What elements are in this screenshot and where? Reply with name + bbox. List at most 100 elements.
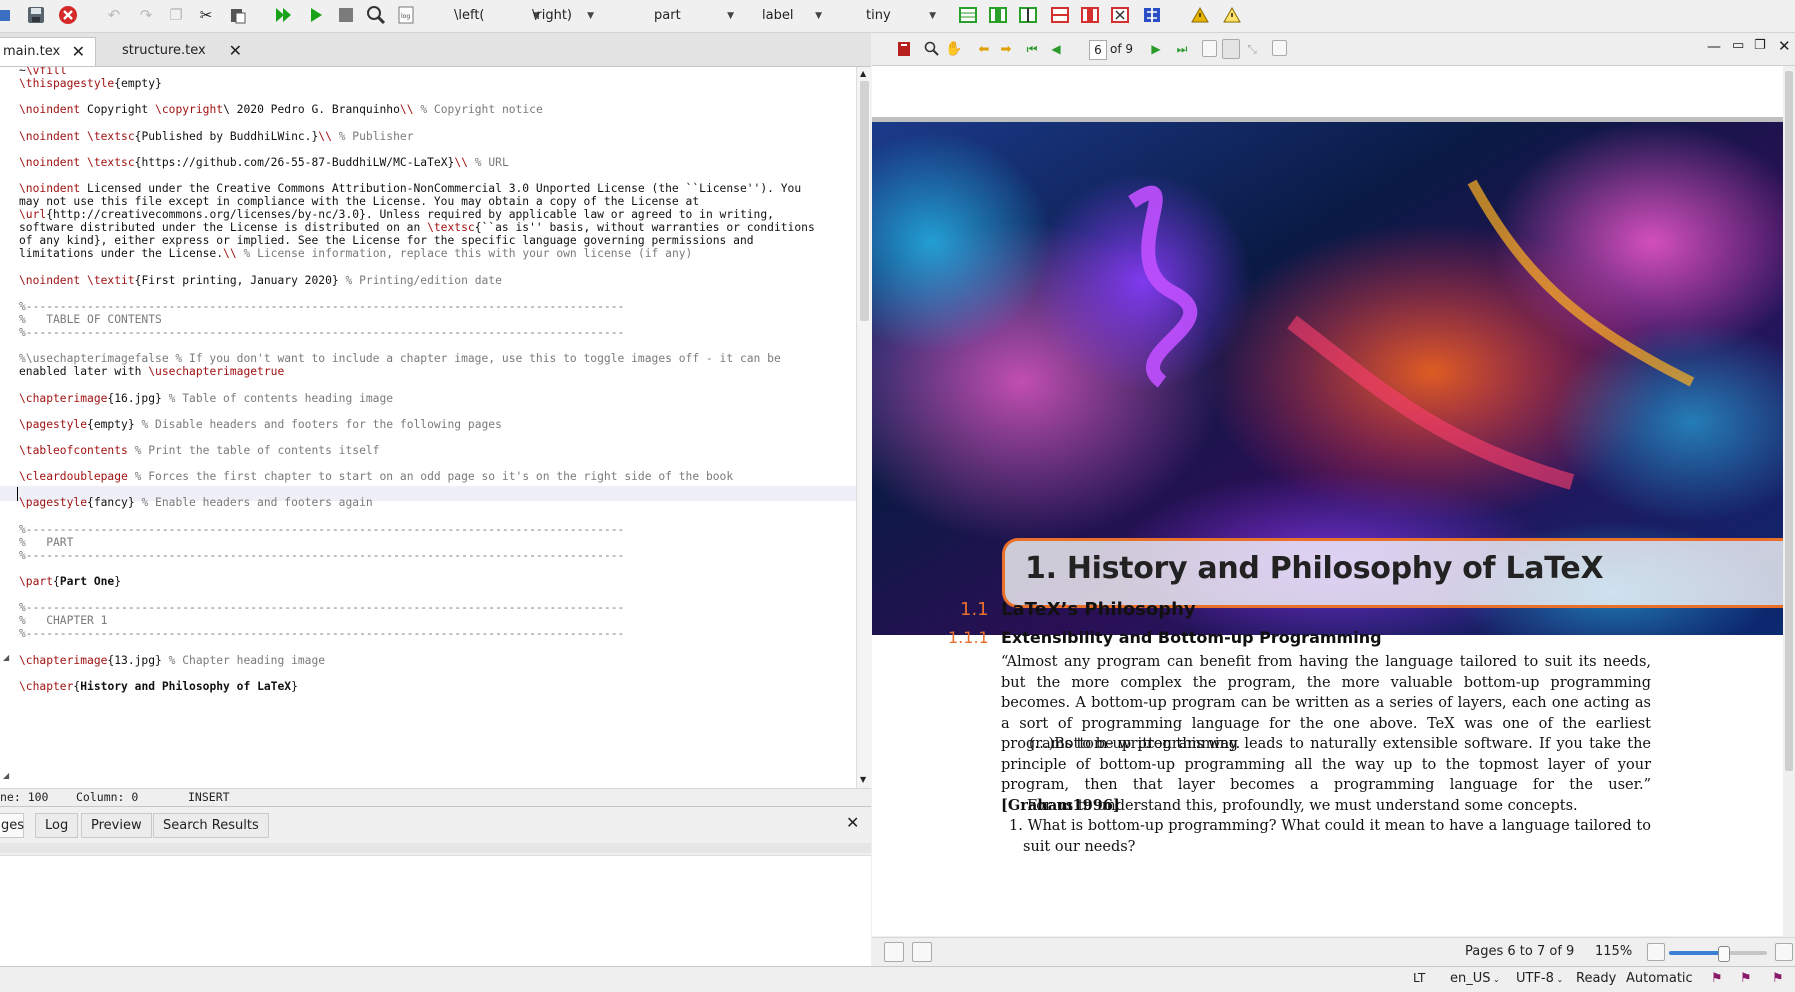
fold-marker-icon[interactable]: ◢ xyxy=(3,653,9,662)
sync-icon[interactable] xyxy=(894,39,914,59)
insert-column-icon[interactable] xyxy=(1018,5,1038,25)
zoom-level[interactable]: 115% xyxy=(1595,944,1632,959)
code-line[interactable]: \noindent \textsc{https://github.com/26-… xyxy=(19,155,509,170)
tex-status-icon[interactable]: ⚑ xyxy=(1711,971,1723,986)
panel-scrollbar[interactable] xyxy=(0,843,871,853)
code-line[interactable]: \noindent \textit{First printing, Januar… xyxy=(19,273,502,288)
tab-messages[interactable]: ges xyxy=(0,813,24,838)
tab-log[interactable]: Log xyxy=(35,813,79,838)
forward-icon[interactable]: ➡ xyxy=(996,39,1016,59)
remove-row-icon[interactable] xyxy=(1050,5,1070,25)
right-delimiter-dropdown[interactable]: \right) ▼ xyxy=(532,6,594,26)
zoom-in-icon[interactable] xyxy=(1775,943,1793,961)
code-line[interactable]: %---------------------------------------… xyxy=(19,600,624,615)
single-page-icon[interactable] xyxy=(1202,40,1217,57)
encoding-selector[interactable]: UTF-8 ⌄ xyxy=(1516,971,1563,986)
fold-marker-icon[interactable]: ◢ xyxy=(3,771,9,780)
code-line[interactable]: \noindent Copyright \copyright\ 2020 Ped… xyxy=(19,102,543,117)
close-file-icon[interactable] xyxy=(58,5,78,25)
compile-icon[interactable] xyxy=(306,5,326,25)
editor-scrollbar[interactable]: ▲ ▼ xyxy=(856,67,872,788)
code-line[interactable]: %---------------------------------------… xyxy=(19,626,624,641)
code-line[interactable]: \chapter{History and Philosophy of LaTeX… xyxy=(19,679,298,694)
new-file-icon[interactable] xyxy=(0,5,14,25)
code-line[interactable]: \pagestyle{fancy} % Enable headers and f… xyxy=(19,495,373,510)
language-tool-icon[interactable]: LT xyxy=(1413,971,1425,985)
scroll-up-icon[interactable]: ▲ xyxy=(860,69,866,78)
code-line[interactable]: \chapterimage{16.jpg} % Table of content… xyxy=(19,391,393,406)
grid-view-icon[interactable] xyxy=(1272,40,1287,56)
close-icon[interactable]: ✕ xyxy=(1778,37,1791,55)
code-line[interactable]: %---------------------------------------… xyxy=(19,325,624,340)
code-line[interactable]: \pagestyle{empty} % Disable headers and … xyxy=(19,417,502,432)
cut-column-icon[interactable] xyxy=(1110,5,1130,25)
code-line[interactable]: \part{Part One} xyxy=(19,574,121,589)
compile-mode[interactable]: Automatic xyxy=(1626,971,1693,986)
search-icon[interactable] xyxy=(922,39,942,59)
code-line[interactable]: \tableofcontents % Print the table of co… xyxy=(19,443,380,458)
tab-structure-tex[interactable]: structure.tex ✕ xyxy=(116,37,246,65)
tab-main-tex[interactable]: main.tex ✕ xyxy=(0,37,96,66)
warning-icon[interactable] xyxy=(1190,5,1210,25)
maximize-icon[interactable]: ❐ xyxy=(1754,38,1766,53)
tasks-status-icon[interactable]: ⚑ xyxy=(1772,971,1784,986)
last-page-icon[interactable]: ⏭ xyxy=(1172,39,1192,59)
next-warning-icon[interactable] xyxy=(1222,5,1242,25)
pdf-scrollbar[interactable] xyxy=(1783,66,1795,936)
save-icon[interactable] xyxy=(26,5,46,25)
log-icon[interactable]: log xyxy=(396,5,416,25)
spellcheck-language[interactable]: en_US ⌄ xyxy=(1450,971,1500,986)
zoom-slider[interactable] xyxy=(1669,946,1767,962)
code-line[interactable]: \chapterimage{13.jpg} % Chapter heading … xyxy=(19,653,325,668)
paste-icon[interactable] xyxy=(228,5,248,25)
sync-viewer-icon[interactable] xyxy=(912,942,932,962)
left-delimiter-dropdown[interactable]: \left( ▼ xyxy=(454,6,540,26)
code-line[interactable]: %---------------------------------------… xyxy=(19,548,624,563)
scrollbar-thumb[interactable] xyxy=(1785,71,1793,771)
zoom-out-icon[interactable] xyxy=(1647,943,1665,961)
stop-icon[interactable] xyxy=(336,5,356,25)
lock-viewer-icon[interactable] xyxy=(884,942,904,962)
preview-status-icon[interactable]: ⚑ xyxy=(1740,971,1752,986)
back-icon[interactable]: ⬅ xyxy=(974,39,994,59)
scrollbar-thumb[interactable] xyxy=(860,81,869,321)
close-icon[interactable]: ✕ xyxy=(72,38,85,66)
embed-icon[interactable]: ▭ xyxy=(1732,38,1744,53)
label-dropdown[interactable]: label ▼ xyxy=(762,6,822,26)
next-page-icon[interactable]: ▶ xyxy=(1146,39,1166,59)
close-icon[interactable]: ✕ xyxy=(229,37,242,65)
minimize-icon[interactable]: — xyxy=(1707,39,1721,55)
code-line[interactable]: enabled later with \usechapterimagetrue xyxy=(19,364,284,379)
undo-icon[interactable]: ↶ xyxy=(104,5,124,25)
hand-tool-icon[interactable]: ✋ xyxy=(944,39,964,59)
zoom-slider-handle[interactable] xyxy=(1717,946,1730,962)
first-page-icon[interactable]: ⏮ xyxy=(1022,39,1042,59)
build-view-icon[interactable] xyxy=(274,5,294,25)
continuous-icon[interactable] xyxy=(1222,39,1240,59)
redo-icon[interactable]: ↷ xyxy=(136,5,156,25)
code-line[interactable]: %---------------------------------------… xyxy=(19,522,624,537)
prev-page-icon[interactable]: ◀ xyxy=(1046,39,1066,59)
code-line[interactable]: limitations under the License.\\ % Licen… xyxy=(19,246,692,261)
view-icon[interactable] xyxy=(366,5,386,25)
section-title: LaTeX’s Philosophy xyxy=(1001,599,1196,620)
code-line[interactable]: \noindent \textsc{Published by BuddhiLWi… xyxy=(19,129,414,144)
tab-search-results[interactable]: Search Results xyxy=(153,813,269,838)
tab-preview[interactable]: Preview xyxy=(81,813,152,838)
fit-width-icon[interactable]: ⤡ xyxy=(1242,39,1262,59)
code-line[interactable]: \cleardoublepage % Forces the first chap… xyxy=(19,469,733,484)
page-number-input[interactable]: 6 xyxy=(1089,40,1107,60)
tabular-icon[interactable] xyxy=(958,5,978,25)
align-columns-icon[interactable] xyxy=(1142,5,1162,25)
add-column-icon[interactable] xyxy=(988,5,1008,25)
cut-icon[interactable]: ✂ xyxy=(196,5,216,25)
size-dropdown[interactable]: tiny ▼ xyxy=(866,6,936,26)
structure-dropdown[interactable]: part ▼ xyxy=(654,6,734,26)
code-line[interactable]: \thispagestyle{empty} xyxy=(19,76,162,91)
remove-column-icon[interactable] xyxy=(1080,5,1100,25)
code-editor[interactable]: ◢ ◢ ~\vfill \thispagestyle{empty} \noinden… xyxy=(0,67,856,788)
pdf-viewer[interactable]: 1. History and Philosophy of LaTeX 1.1 L… xyxy=(872,66,1783,936)
copy-icon[interactable]: ❐ xyxy=(166,5,186,25)
close-icon[interactable]: ✕ xyxy=(846,813,859,832)
scroll-down-icon[interactable]: ▼ xyxy=(860,775,866,784)
